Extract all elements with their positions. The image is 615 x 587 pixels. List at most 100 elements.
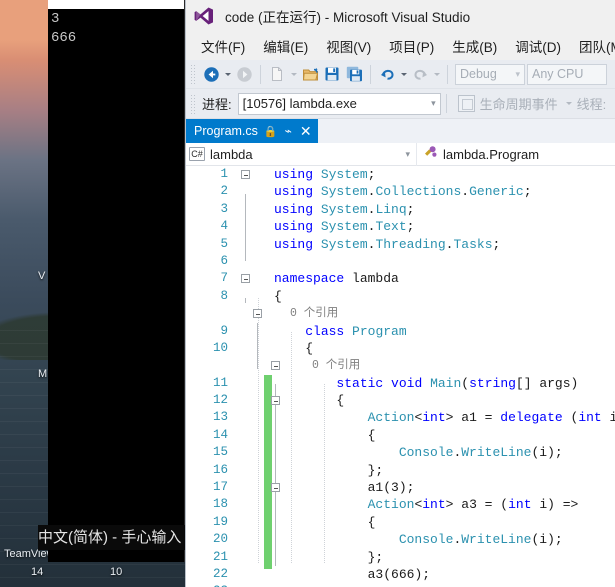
navigate-back-icon[interactable] (200, 63, 222, 85)
vs-debug-process-bar: 进程: [10576] lambda.exe ▾ 生命周期事件 线程: (186, 89, 615, 119)
code-text: namespace lambda (274, 271, 399, 287)
code-editor[interactable]: 1 using System; 2 using System.Collections.… (186, 166, 615, 587)
code-line: 13 Action<int> a1 = delegate (int i) (186, 409, 615, 426)
code-text: }; (274, 462, 384, 478)
code-line: 16 }; (186, 462, 615, 479)
menu-view[interactable]: 视图(V) (317, 33, 380, 59)
redo-dropdown-icon[interactable] (431, 63, 442, 85)
line-number: 16 (212, 462, 228, 477)
console-window[interactable]: 3 666 (48, 0, 185, 562)
save-icon[interactable] (321, 63, 343, 85)
code-line: 18 Action<int> a3 = (int i) => (186, 496, 615, 513)
navigate-forward-icon[interactable] (233, 63, 255, 85)
menu-team[interactable]: 团队(M) (570, 33, 615, 59)
codelens-reference-hint[interactable]: 0 个引用 (186, 357, 615, 374)
tab-program-cs[interactable]: Program.cs 🔒 ⌁ ✕ (186, 119, 318, 143)
line-number: 10 (212, 340, 228, 355)
toolbar-grip[interactable] (190, 64, 197, 84)
code-line: 12 { (186, 392, 615, 409)
chevron-down-icon: ▾ (515, 68, 520, 79)
new-file-icon[interactable] (266, 63, 288, 85)
desktop-icon-partial-2[interactable]: M (38, 368, 47, 380)
navbar-project-select[interactable]: C# lambda ▾ (186, 142, 417, 166)
code-text: using System.Text; (274, 219, 415, 235)
menu-file[interactable]: 文件(F) (192, 33, 254, 59)
solution-configuration-combo[interactable]: Debug ▾ (455, 63, 525, 85)
undo-dropdown-icon[interactable] (398, 63, 409, 85)
code-line: 9 class Program (186, 323, 615, 340)
code-line: 23 (186, 583, 615, 587)
code-line: 20 Console.WriteLine(i); (186, 531, 615, 548)
code-line: 17 a1(3); (186, 479, 615, 496)
line-number: 6 (220, 253, 228, 268)
menu-debug[interactable]: 调试(D) (506, 33, 570, 59)
code-text: { (274, 514, 376, 530)
screen: V M TeamViewer 14 MyEclipse 10 3 666 中文(… (0, 0, 615, 587)
desktop-icon-myeclipse-version[interactable]: 10 (110, 566, 122, 578)
code-line: 14 { (186, 427, 615, 444)
code-line: 19 { (186, 514, 615, 531)
code-text: using System.Threading.Tasks; (274, 236, 501, 252)
visual-studio-icon (193, 5, 215, 27)
code-line-list: 1 using System; 2 using System.Collections.… (186, 166, 615, 587)
code-text: { (274, 393, 345, 409)
codelens-reference-hint[interactable]: 0 个引用 (186, 305, 615, 322)
tabstrip-empty-area (317, 119, 615, 143)
line-number: 7 (220, 271, 228, 286)
tab-title: Program.cs (194, 124, 258, 138)
process-select[interactable]: [10576] lambda.exe ▾ (237, 92, 441, 115)
chevron-down-icon: ▾ (405, 148, 410, 159)
code-line: 5 using System.Threading.Tasks; (186, 236, 615, 253)
save-all-icon[interactable] (343, 63, 365, 85)
navbar-type-select[interactable]: lambda.Program (417, 145, 615, 164)
code-text: Action<int> a1 = delegate (int i) (367, 410, 615, 426)
code-line: 22 a3(666); (186, 566, 615, 583)
solution-platform-combo[interactable]: Any CPU (527, 63, 607, 85)
menu-project[interactable]: 项目(P) (380, 33, 443, 59)
line-number: 4 (220, 219, 228, 234)
csharp-icon: C# (189, 147, 205, 161)
code-text: static void Main(string[] args) (336, 375, 579, 391)
code-line: 21 }; (186, 549, 615, 566)
vs-standard-toolbar: Debug ▾ Any CPU (186, 60, 615, 89)
close-icon[interactable]: ✕ (300, 124, 312, 138)
code-line: 2 using System.Collections.Generic; (186, 183, 615, 200)
pin-icon[interactable]: ⌁ (285, 124, 292, 138)
processbar-grip[interactable] (190, 93, 197, 114)
redo-icon[interactable] (409, 63, 431, 85)
ime-language-indicator[interactable]: 中文(简体) - 手心输入 (38, 525, 188, 550)
solution-platform-value: Any CPU (532, 67, 584, 81)
desktop-icon-teamviewer-version[interactable]: 14 (31, 566, 43, 578)
new-file-dropdown-icon[interactable] (288, 63, 299, 85)
menu-edit[interactable]: 编辑(E) (254, 33, 317, 59)
navbar-type-value: lambda.Program (443, 146, 540, 162)
code-text: { (274, 340, 314, 356)
desktop-icon-partial-1[interactable]: V (38, 270, 45, 282)
code-line: 7 namespace lambda (186, 270, 615, 287)
code-text: { (274, 427, 376, 443)
thread-label: 线程: (576, 97, 607, 112)
toolbar-separator (260, 64, 261, 84)
toolbar-separator (370, 64, 371, 84)
lifecycle-dropdown-icon[interactable] (564, 93, 575, 115)
method-icon (423, 145, 438, 164)
code-text: }; (274, 549, 384, 565)
line-number: 8 (220, 288, 228, 303)
lock-icon[interactable]: 🔒 (264, 125, 278, 138)
line-number: 9 (220, 323, 228, 338)
line-number: 21 (212, 549, 228, 564)
code-line: 6 (186, 253, 615, 270)
vs-window-title: code (正在运行) - Microsoft Visual Studio (225, 10, 471, 25)
undo-icon[interactable] (376, 63, 398, 85)
code-line: 10 { (186, 340, 615, 357)
code-text: using System; (274, 167, 376, 182)
vs-menu-bar: 文件(F) 编辑(E) 视图(V) 项目(P) 生成(B) 调试(D) 团队(M… (186, 32, 615, 60)
console-output-line: 666 (51, 30, 77, 46)
navigate-back-dropdown-icon[interactable] (222, 63, 233, 85)
code-text: using System.Collections.Generic; (274, 184, 532, 200)
menu-build[interactable]: 生成(B) (443, 33, 506, 59)
console-output: 3 666 (48, 10, 184, 562)
console-titlebar[interactable] (48, 0, 184, 9)
lifecycle-events-label: 生命周期事件 (479, 97, 558, 112)
open-folder-icon[interactable] (299, 63, 321, 85)
